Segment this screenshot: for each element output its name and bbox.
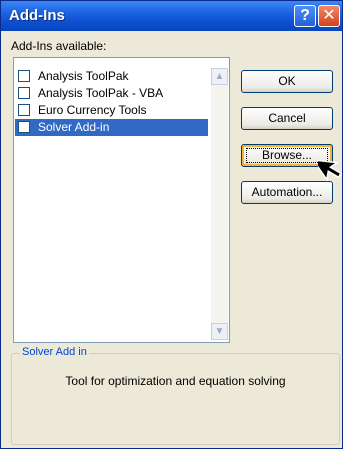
list-item-label: Euro Currency Tools (38, 103, 147, 117)
list-item-analysis-toolpak[interactable]: Analysis ToolPak (15, 68, 208, 85)
help-icon: ? (300, 7, 310, 24)
description-groupbox: Solver Add in Tool for optimization and … (11, 346, 340, 445)
title-bar[interactable]: Add-Ins ? ✕ (1, 1, 342, 31)
scroll-up-button[interactable]: ▲ (211, 68, 228, 85)
mouse-pointer-icon (318, 158, 342, 182)
checkbox[interactable] (18, 70, 30, 82)
close-icon: ✕ (322, 7, 336, 24)
automation-button[interactable]: Automation... (241, 181, 333, 204)
help-button[interactable]: ? (294, 5, 316, 27)
chevron-up-icon: ▲ (214, 71, 225, 82)
window-title: Add-Ins (9, 7, 65, 24)
checkbox[interactable] (18, 104, 30, 116)
cancel-button[interactable]: Cancel (241, 107, 333, 130)
vertical-scrollbar[interactable]: ▲ ▼ (211, 68, 228, 340)
addins-listbox[interactable]: Analysis ToolPak Analysis ToolPak - VBA … (13, 57, 230, 343)
description-text: Tool for optimization and equation solvi… (65, 374, 286, 388)
description-title: Solver Add in (20, 346, 89, 358)
list-item-euro-currency-tools[interactable]: Euro Currency Tools (15, 102, 208, 119)
list-item-label: Analysis ToolPak (38, 69, 129, 83)
checkbox[interactable] (18, 87, 30, 99)
chevron-down-icon: ▼ (214, 326, 225, 337)
checkbox[interactable] (18, 121, 30, 133)
addins-available-label: Add-Ins available: (11, 39, 106, 53)
list-item-label: Analysis ToolPak - VBA (38, 86, 164, 100)
list-item-solver-add-in[interactable]: Solver Add-in (15, 119, 208, 136)
scroll-down-button[interactable]: ▼ (211, 323, 228, 340)
ok-button[interactable]: OK (241, 70, 333, 93)
add-ins-dialog: Add-Ins ? ✕ Add-Ins available: Analysis … (0, 0, 343, 449)
close-button[interactable]: ✕ (318, 5, 340, 27)
list-item-analysis-toolpak-vba[interactable]: Analysis ToolPak - VBA (15, 85, 208, 102)
focus-rectangle (246, 148, 328, 163)
list-item-label: Solver Add-in (38, 120, 110, 134)
addins-available-text: Add-Ins available: (11, 39, 107, 53)
